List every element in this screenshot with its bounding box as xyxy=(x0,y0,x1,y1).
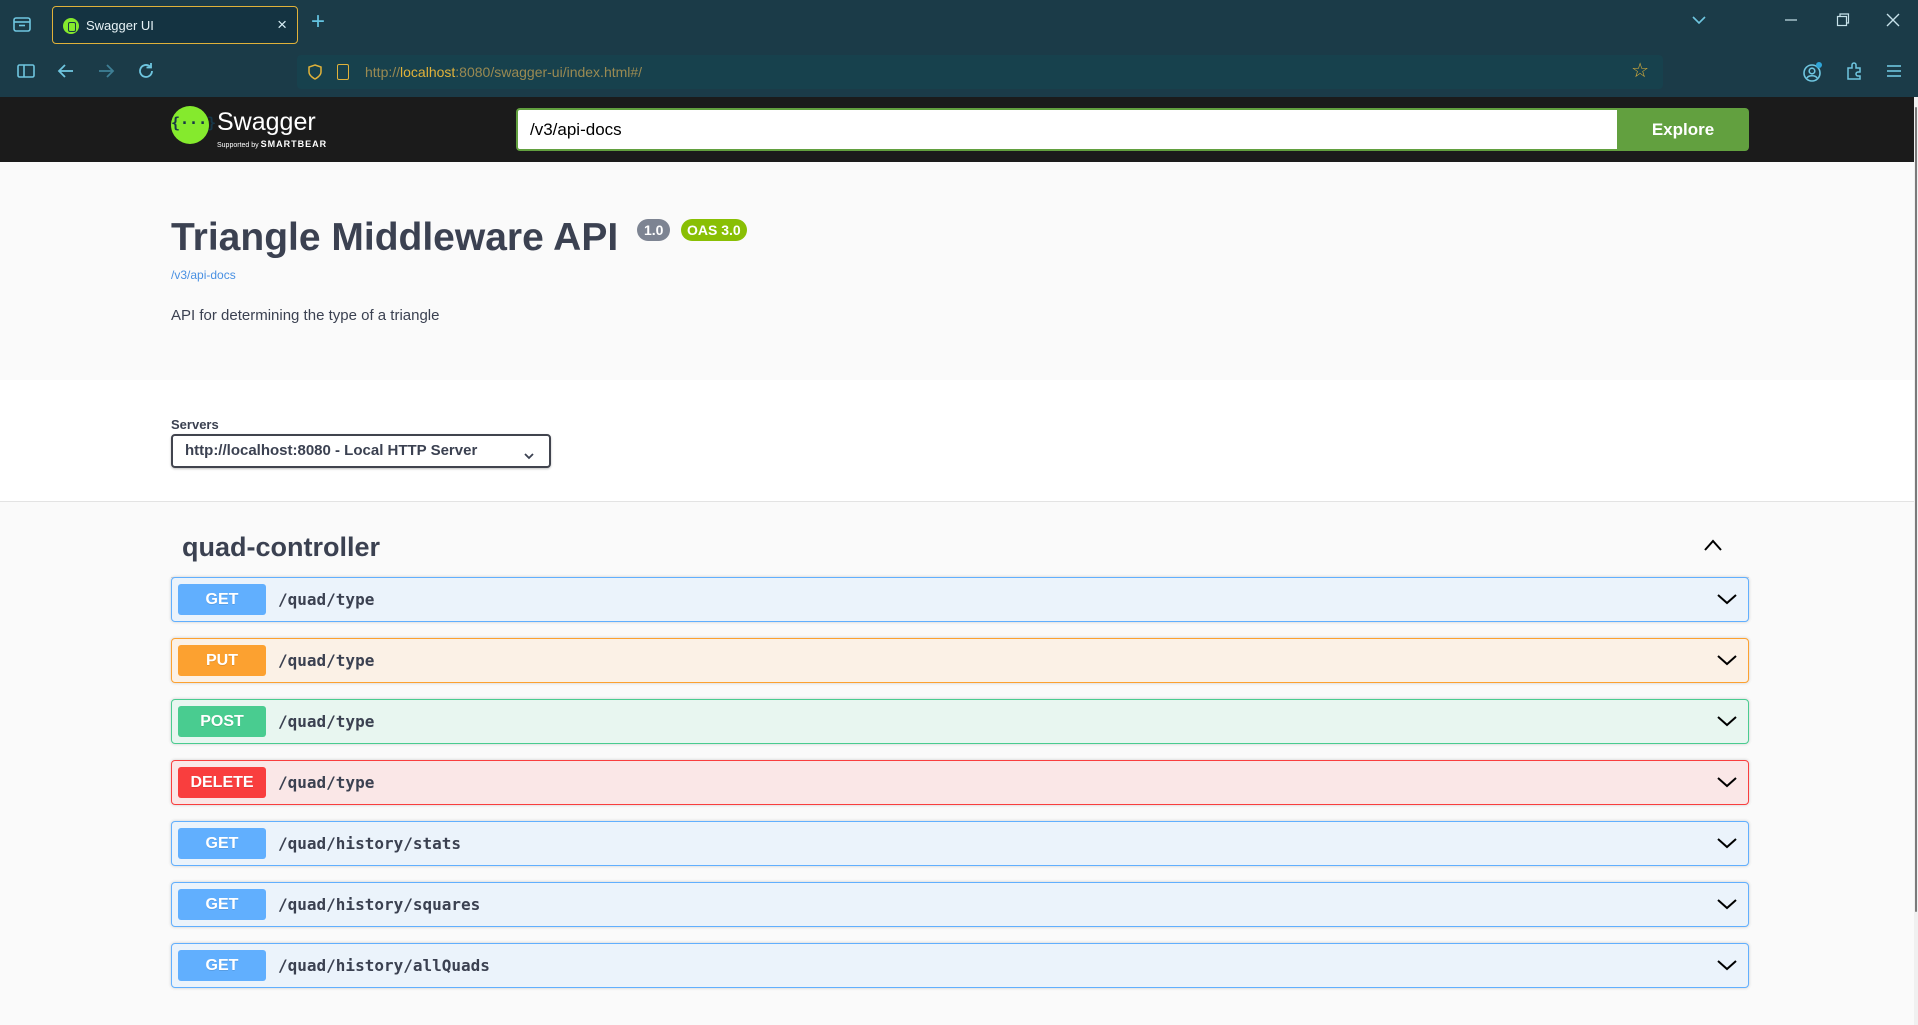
operation-row[interactable]: POST /quad/type xyxy=(171,699,1749,744)
swagger-favicon-icon xyxy=(63,18,79,34)
tab-list-icon[interactable] xyxy=(12,14,32,34)
servers-section: Servers http://localhost:8080 - Local HT… xyxy=(0,380,1914,502)
menu-hamburger-icon[interactable] xyxy=(1882,61,1906,85)
spec-url-input[interactable]: /v3/api-docs xyxy=(516,108,1619,151)
swagger-topbar: {···} Swagger Supported by SMARTBEAR /v3… xyxy=(0,97,1918,162)
chevron-down-icon[interactable] xyxy=(1716,652,1738,668)
browser-tab-bar: Swagger UI × + xyxy=(0,0,1918,49)
chevron-down-icon[interactable] xyxy=(1716,591,1738,607)
url-text[interactable]: http://localhost:8080/swagger-ui/index.h… xyxy=(365,64,642,80)
method-badge: GET xyxy=(178,889,266,920)
method-badge: PUT xyxy=(178,645,266,676)
reload-icon[interactable] xyxy=(134,61,158,85)
tag-name: quad-controller xyxy=(182,532,381,562)
chevron-down-icon[interactable] xyxy=(1716,896,1738,912)
browser-nav-bar: http://localhost:8080/swagger-ui/index.h… xyxy=(0,49,1918,97)
operation-path: /quad/history/allQuads xyxy=(278,956,490,975)
operation-row[interactable]: GET /quad/type xyxy=(171,577,1749,622)
chevron-down-icon[interactable] xyxy=(1716,957,1738,973)
swagger-logo[interactable]: {···} Swagger Supported by SMARTBEAR xyxy=(171,106,331,154)
method-badge: GET xyxy=(178,828,266,859)
chevron-down-icon xyxy=(523,443,535,460)
method-badge: POST xyxy=(178,706,266,737)
address-bar[interactable]: http://localhost:8080/swagger-ui/index.h… xyxy=(297,55,1663,89)
page-scrollbar[interactable] xyxy=(1914,97,1918,1025)
restore-icon[interactable] xyxy=(1836,12,1850,34)
operation-path: /quad/type xyxy=(278,651,375,670)
operation-path: /quad/history/stats xyxy=(278,834,462,853)
tag-section-header[interactable]: quad-controller xyxy=(171,502,1749,578)
operation-row[interactable]: GET /quad/history/squares xyxy=(171,882,1749,927)
version-badge: 1.0 xyxy=(637,219,671,241)
api-description: API for determining the type of a triang… xyxy=(171,307,440,324)
servers-select[interactable]: http://localhost:8080 - Local HTTP Serve… xyxy=(171,434,551,468)
new-tab-button[interactable]: + xyxy=(311,10,325,34)
chevron-down-icon[interactable] xyxy=(1716,835,1738,851)
servers-selected-value: http://localhost:8080 - Local HTTP Serve… xyxy=(185,442,478,459)
oas-badge: OAS 3.0 xyxy=(681,219,747,241)
swagger-logo-name: Swagger xyxy=(217,108,316,136)
swagger-logo-subtitle: Supported by SMARTBEAR xyxy=(217,139,328,149)
operations-section: quad-controller GET /quad/type PUT /quad… xyxy=(0,502,1914,1025)
method-badge: GET xyxy=(178,950,266,981)
swagger-logo-icon: {···} xyxy=(171,106,216,144)
chevron-down-icon[interactable] xyxy=(1716,713,1738,729)
operation-row[interactable]: PUT /quad/type xyxy=(171,638,1749,683)
bookmark-star-icon[interactable]: ☆ xyxy=(1631,60,1649,82)
operation-row[interactable]: GET /quad/history/stats xyxy=(171,821,1749,866)
operation-path: /quad/type xyxy=(278,712,375,731)
method-badge: DELETE xyxy=(178,767,266,798)
sidebar-toggle-icon[interactable] xyxy=(14,61,38,85)
operation-row[interactable]: GET /quad/history/allQuads xyxy=(171,943,1749,988)
back-arrow-icon[interactable] xyxy=(54,61,78,85)
account-icon[interactable] xyxy=(1801,61,1825,85)
api-docs-link[interactable]: /v3/api-docs xyxy=(171,268,236,282)
servers-label: Servers xyxy=(171,417,219,432)
operation-path: /quad/type xyxy=(278,773,375,792)
forward-arrow-icon[interactable] xyxy=(94,61,118,85)
chevron-down-icon[interactable] xyxy=(1691,12,1707,34)
operation-path: /quad/type xyxy=(278,590,375,609)
explore-button[interactable]: Explore xyxy=(1617,108,1749,151)
scrollbar-thumb[interactable] xyxy=(1915,107,1917,912)
operation-row[interactable]: DELETE /quad/type xyxy=(171,760,1749,805)
close-window-icon[interactable] xyxy=(1886,12,1900,34)
shield-icon[interactable] xyxy=(308,64,322,80)
method-badge: GET xyxy=(178,584,266,615)
page-icon xyxy=(337,64,349,80)
operation-path: /quad/history/squares xyxy=(278,895,481,914)
extensions-icon[interactable] xyxy=(1842,61,1866,85)
explore-form: /v3/api-docs Explore xyxy=(516,108,1749,151)
chevron-up-icon[interactable] xyxy=(1703,538,1723,552)
chevron-down-icon[interactable] xyxy=(1716,774,1738,790)
api-info-section: Triangle Middleware API 1.0 OAS 3.0 /v3/… xyxy=(0,162,1914,380)
tab-title: Swagger UI xyxy=(86,18,154,33)
minimize-icon[interactable] xyxy=(1784,12,1798,34)
close-tab-icon[interactable]: × xyxy=(277,15,287,35)
api-title: Triangle Middleware API xyxy=(171,216,619,259)
browser-tab-swagger[interactable]: Swagger UI × xyxy=(52,6,298,44)
